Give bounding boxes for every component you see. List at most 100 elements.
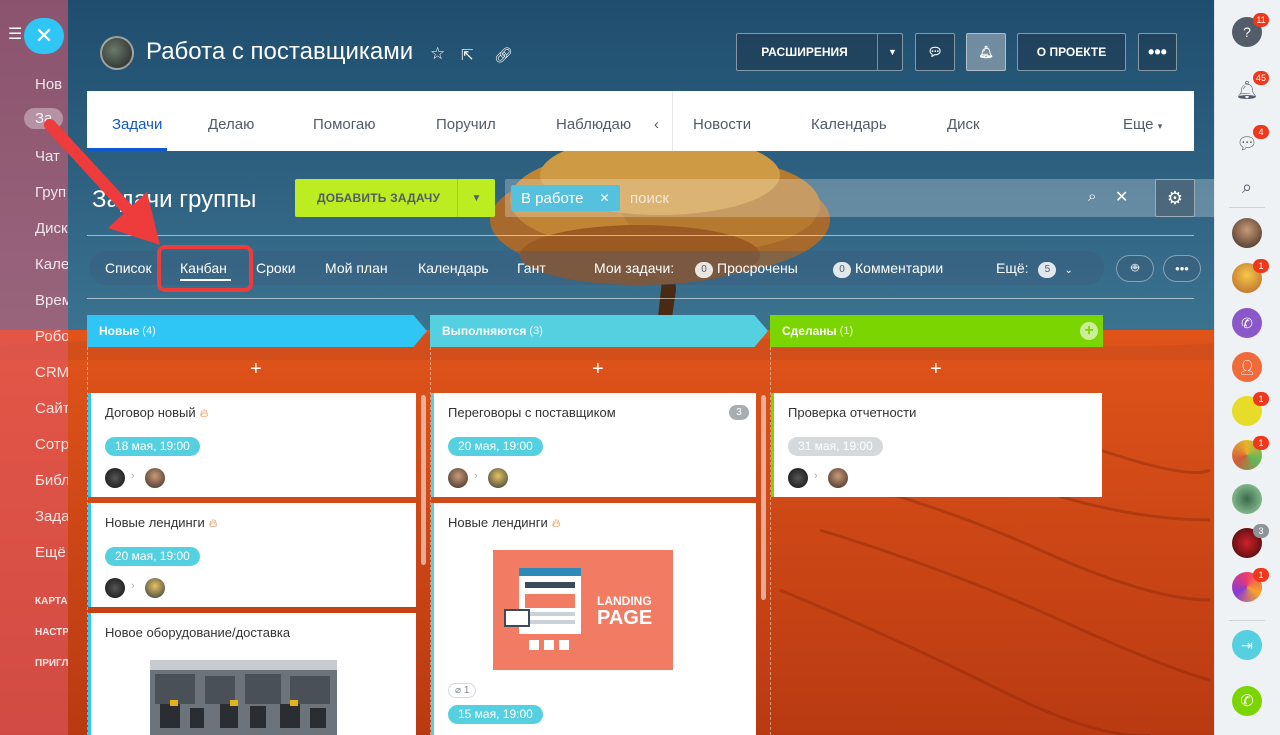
add-card-plus-icon[interactable]: + <box>250 358 262 381</box>
add-card-plus-icon[interactable]: + <box>592 358 604 381</box>
tab-tasks[interactable]: Задачи <box>112 116 162 133</box>
deadline-badge[interactable]: 20 мая, 19:00 <box>448 437 543 456</box>
task-card[interactable]: Новые лендинги 🔥︎ 20 мая, 19:00 › <box>88 503 416 607</box>
tab-news[interactable]: Новости <box>693 116 751 133</box>
view-more-button[interactable]: ••• <box>1163 255 1201 282</box>
tab-watching[interactable]: Наблюдаю <box>556 116 631 133</box>
task-title[interactable]: Договор новый 🔥︎ <box>105 405 208 421</box>
left-nav-item[interactable]: Чат <box>35 148 60 165</box>
left-nav-item[interactable]: Ещё <box>35 544 66 561</box>
settings-button[interactable]: ⚙ <box>1155 179 1195 217</box>
left-nav-item[interactable]: Кале <box>35 256 68 273</box>
more-menu-button[interactable]: ••• <box>1138 33 1177 71</box>
task-title[interactable]: Проверка отчетности <box>788 405 916 420</box>
avatar[interactable] <box>145 578 165 598</box>
task-card[interactable]: Новое оборудование/доставка <box>88 613 416 735</box>
tab-doing[interactable]: Делаю <box>208 116 254 133</box>
task-title[interactable]: Переговоры с поставщиком <box>448 405 616 420</box>
task-title[interactable]: Новые лендинги 🔥︎ <box>105 515 218 531</box>
tab-calendar[interactable]: Календарь <box>811 116 887 133</box>
close-slider-button[interactable]: ✕ <box>24 18 64 54</box>
left-nav-item[interactable]: Робо <box>35 328 68 345</box>
task-title[interactable]: Новое оборудование/доставка <box>105 625 290 640</box>
add-column-icon[interactable]: + <box>1080 322 1098 340</box>
star-icon[interactable]: ☆ <box>430 44 445 64</box>
left-nav-item-active[interactable]: За <box>24 108 64 129</box>
more-counters[interactable]: Ещё: 5 ⌄ <box>996 260 1073 278</box>
search-input[interactable] <box>630 185 1080 211</box>
column-header-in-progress[interactable]: Выполняются (3) <box>430 315 768 347</box>
left-nav-item[interactable]: Библ <box>35 472 68 489</box>
view-gantt[interactable]: Гант <box>517 260 546 276</box>
phone-icon[interactable]: ✆ <box>1232 308 1262 338</box>
add-card-plus-icon[interactable]: + <box>930 358 942 381</box>
attachment-counter[interactable]: ⌀ 1 <box>448 683 477 698</box>
deadline-badge[interactable]: 18 мая, 19:00 <box>105 437 200 456</box>
left-nav-item[interactable]: Зада <box>35 508 68 525</box>
extensions-button[interactable]: РАСШИРЕНИЯ ▼ <box>736 33 903 71</box>
project-avatar[interactable] <box>100 36 134 70</box>
chat-button[interactable]: 💬︎ <box>915 33 955 71</box>
avatar[interactable] <box>788 468 808 488</box>
deadline-badge[interactable]: 31 мая, 19:00 <box>788 437 883 456</box>
left-nav-section[interactable]: НАСТР <box>35 627 68 638</box>
left-nav-section[interactable]: КАРТА <box>35 596 68 607</box>
view-my-plan[interactable]: Мой план <box>325 260 388 276</box>
left-nav-section[interactable]: ПРИГЛ <box>35 658 68 669</box>
avatar[interactable] <box>828 468 848 488</box>
left-nav-item[interactable]: CRM <box>35 364 68 381</box>
menu-icon[interactable]: ☰ <box>8 24 22 44</box>
robot-button[interactable]: 🤖︎ <box>1116 255 1154 282</box>
remove-filter-icon[interactable]: ✕ <box>600 191 610 205</box>
task-card[interactable]: Договор новый 🔥︎ 18 мая, 19:00 › <box>88 393 416 497</box>
column-header-done[interactable]: Сделаны (1) + <box>770 315 1103 347</box>
comments-counter[interactable]: 0 Комментарии <box>833 260 943 278</box>
clear-search-icon[interactable]: ✕ <box>1115 187 1128 207</box>
filter-search-bar[interactable]: В работе ✕ ⌕ ✕ <box>505 179 1215 217</box>
contact-avatar[interactable] <box>1232 484 1262 514</box>
external-link-icon[interactable]: ⇱ <box>461 46 474 64</box>
link-icon[interactable]: 🔗︎ <box>494 46 513 64</box>
avatar[interactable] <box>105 468 125 488</box>
view-calendar[interactable]: Календарь <box>418 260 489 276</box>
task-card[interactable]: Проверка отчетности 31 мая, 19:00 › <box>771 393 1102 497</box>
column-header-new[interactable]: Новые (4) <box>87 315 427 347</box>
avatar[interactable] <box>105 578 125 598</box>
left-nav-item[interactable]: Врем <box>35 292 68 309</box>
column-scrollbar[interactable] <box>761 395 766 600</box>
left-nav-item[interactable]: Сотр <box>35 436 68 453</box>
deadline-badge[interactable]: 15 мая, 19:00 <box>448 705 543 724</box>
filter-chip[interactable]: В работе ✕ <box>511 185 620 211</box>
left-nav-item[interactable]: Сайт <box>35 400 68 417</box>
search-icon[interactable]: ⌕ <box>1088 188 1096 205</box>
view-deadlines[interactable]: Сроки <box>256 260 296 276</box>
tab-more[interactable]: Еще ▾ <box>1123 116 1162 133</box>
add-task-button[interactable]: ДОБАВИТЬ ЗАДАЧУ ▼ <box>295 179 495 217</box>
left-nav-item[interactable]: Груп <box>35 184 66 201</box>
tab-helping[interactable]: Помогаю <box>313 116 376 133</box>
task-card[interactable]: Переговоры с поставщиком 3 20 мая, 19:00… <box>431 393 756 497</box>
search-icon[interactable]: ⌕ <box>1232 172 1262 202</box>
view-list[interactable]: Список <box>105 260 152 276</box>
tab-assigned[interactable]: Поручил <box>436 116 496 133</box>
overdue-counter[interactable]: 0 Просрочены <box>695 260 798 278</box>
avatar[interactable] <box>145 468 165 488</box>
notifications-button[interactable]: 🔔︎ <box>966 33 1006 71</box>
comment-count-badge[interactable]: 3 <box>729 405 749 420</box>
contact-avatar[interactable] <box>1232 218 1262 248</box>
avatar[interactable] <box>488 468 508 488</box>
about-project-button[interactable]: О ПРОЕКТЕ <box>1017 33 1126 71</box>
task-card[interactable]: Новые лендинги 🔥︎ LANDING PAGE ⌀ 1 15 мая… <box>431 503 756 735</box>
chevron-left-icon[interactable]: ‹ <box>654 116 659 133</box>
chevron-down-icon[interactable]: ▼ <box>457 179 495 217</box>
user-icon[interactable]: 👤︎ <box>1232 352 1262 382</box>
task-title[interactable]: Новые лендинги 🔥︎ <box>448 515 561 531</box>
avatar[interactable] <box>448 468 468 488</box>
left-nav-item[interactable]: Диск <box>35 220 68 237</box>
exit-icon[interactable]: ⇥ <box>1232 630 1262 660</box>
tab-disk[interactable]: Диск <box>947 116 980 133</box>
deadline-badge[interactable]: 20 мая, 19:00 <box>105 547 200 566</box>
call-icon[interactable]: ✆ <box>1232 686 1262 716</box>
column-scrollbar[interactable] <box>421 395 426 565</box>
left-nav-item[interactable]: Нов <box>35 76 62 93</box>
